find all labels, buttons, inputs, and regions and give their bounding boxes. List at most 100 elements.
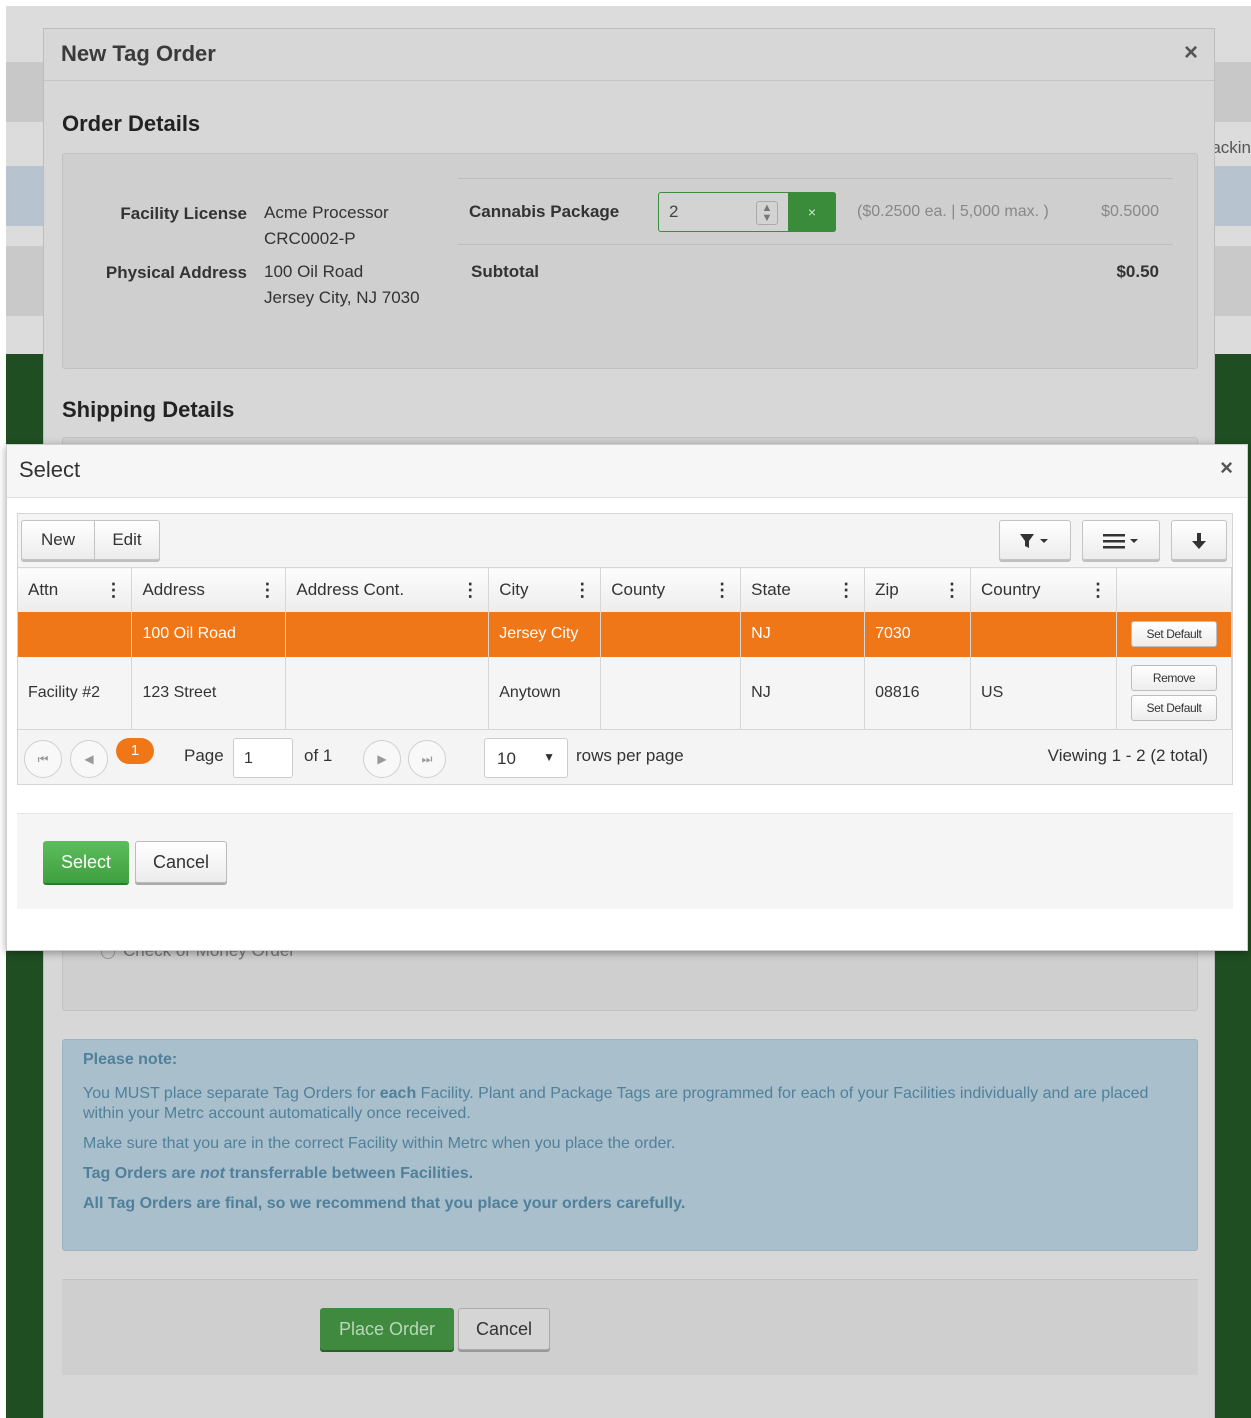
select-address-modal: Select × New Edit Attn ⋮ Address ⋮ Addre… xyxy=(6,444,1248,951)
column-header-address[interactable]: Address ⋮ xyxy=(131,567,287,612)
select-modal-footer: Select Cancel xyxy=(17,813,1233,909)
close-icon[interactable]: × xyxy=(1220,455,1233,481)
new-button[interactable]: New xyxy=(21,520,95,560)
cancel-button[interactable]: Cancel xyxy=(135,841,227,883)
cell-address: 100 Oil Road xyxy=(131,611,287,657)
menu-icon xyxy=(1103,533,1138,549)
filter-button[interactable] xyxy=(999,520,1071,560)
note-line-2: Make sure that you are in the correct Fa… xyxy=(83,1135,676,1152)
address-grid: New Edit Attn ⋮ Address ⋮ Address Cont. … xyxy=(17,513,1233,785)
divider xyxy=(458,178,1173,179)
page-number-input[interactable]: 1 xyxy=(233,738,293,778)
modal-title: New Tag Order xyxy=(61,41,216,66)
subtotal-value: $0.50 xyxy=(1116,262,1159,281)
rows-per-page-select[interactable]: 10 ▼ xyxy=(484,738,568,778)
column-header-attn[interactable]: Attn ⋮ xyxy=(18,567,133,612)
download-button[interactable] xyxy=(1171,520,1227,560)
facility-license-name: Acme Processor xyxy=(264,203,389,222)
cell-state: NJ xyxy=(740,611,866,657)
clear-quantity-button[interactable]: × xyxy=(788,192,836,232)
cell-zip: 7030 xyxy=(864,611,972,657)
rows-per-page-value: 10 xyxy=(497,749,516,768)
column-label: City xyxy=(499,579,529,599)
cell-city: Anytown xyxy=(488,656,602,730)
note-text: transferrable between Facilities. xyxy=(224,1165,474,1182)
column-menu-icon[interactable]: ⋮ xyxy=(104,580,122,601)
cell-country xyxy=(970,611,1117,657)
note-text: Tag Orders are xyxy=(83,1165,201,1182)
cell-county xyxy=(600,656,742,730)
cell-actions: Set Default xyxy=(1116,611,1233,657)
column-label: Address Cont. xyxy=(296,579,405,599)
prev-page-icon[interactable]: ◀ xyxy=(70,740,108,778)
column-header-city[interactable]: City ⋮ xyxy=(488,567,602,612)
column-menu-icon[interactable]: ⋮ xyxy=(461,580,479,601)
physical-address-street: 100 Oil Road xyxy=(264,262,364,281)
grid-pager: ⏮ ◀ 1 Page 1 of 1 ▶ ⏭ 10 ▼ rows per page… xyxy=(18,730,1232,784)
quantity-stepper[interactable]: 2 ▲ ▼ × xyxy=(658,192,836,232)
table-row[interactable]: Facility #2 123 Street Anytown NJ 08816 … xyxy=(18,656,1233,730)
column-header-zip[interactable]: Zip ⋮ xyxy=(864,567,972,612)
column-label: Attn xyxy=(28,579,59,599)
physical-address-city: Jersey City, NJ 7030 xyxy=(264,288,420,307)
column-label: Zip xyxy=(875,579,899,599)
column-menu-icon[interactable]: ⋮ xyxy=(1089,580,1107,601)
modal-header: New Tag Order × xyxy=(44,29,1214,81)
column-label: County xyxy=(611,579,666,599)
note-heading: Please note: xyxy=(83,1051,178,1068)
modal-header: Select × xyxy=(7,445,1247,498)
note-text: You MUST place separate Tag Orders for xyxy=(83,1085,380,1102)
subtotal-label: Subtotal xyxy=(471,262,539,281)
viewing-count: Viewing 1 - 2 (2 total) xyxy=(1047,746,1208,765)
page-label: Page xyxy=(184,746,224,765)
place-order-button[interactable]: Place Order xyxy=(320,1308,454,1350)
line-total: $0.5000 xyxy=(1101,203,1159,220)
page-count-label: of 1 xyxy=(304,746,333,765)
column-header-address-cont[interactable]: Address Cont. ⋮ xyxy=(285,567,490,612)
column-menu-icon[interactable]: ⋮ xyxy=(943,580,961,601)
last-page-icon[interactable]: ⏭ xyxy=(408,740,446,778)
cancel-order-button[interactable]: Cancel xyxy=(458,1308,550,1350)
column-header-county[interactable]: County ⋮ xyxy=(600,567,742,612)
set-default-button[interactable]: Set Default xyxy=(1130,621,1217,647)
address-table: Attn ⋮ Address ⋮ Address Cont. ⋮ City ⋮ Coun… xyxy=(18,567,1233,730)
facility-license-label: Facility License xyxy=(120,204,247,223)
price-hint: ($0.2500 ea. | 5,000 max. ) xyxy=(857,203,1049,220)
cell-address: 123 Street xyxy=(131,656,287,730)
close-icon[interactable]: × xyxy=(1184,39,1198,67)
grid-toolbar: New Edit xyxy=(18,514,1232,568)
spinner-icon[interactable]: ▲ ▼ xyxy=(756,201,778,225)
column-menu-icon[interactable]: ⋮ xyxy=(713,580,731,601)
note-line-1: You MUST place separate Tag Orders for e… xyxy=(83,1084,1177,1124)
table-row-selected[interactable]: 100 Oil Road Jersey City NJ 7030 Set Def… xyxy=(18,611,1233,657)
column-menu-icon[interactable]: ⋮ xyxy=(573,580,591,601)
edit-button[interactable]: Edit xyxy=(94,520,160,560)
columns-menu-button[interactable] xyxy=(1082,520,1160,560)
shipping-details-heading: Shipping Details xyxy=(62,397,235,422)
facility-license-number: CRC0002-P xyxy=(264,229,356,248)
cell-attn xyxy=(18,611,133,657)
cannabis-package-label: Cannabis Package xyxy=(469,202,620,221)
column-menu-icon[interactable]: ⋮ xyxy=(258,580,276,601)
select-button[interactable]: Select xyxy=(43,841,129,883)
current-page-badge[interactable]: 1 xyxy=(116,738,154,764)
chevron-down-icon: ▼ xyxy=(543,750,555,764)
order-footer: Place Order Cancel xyxy=(62,1279,1198,1375)
modal-title: Select xyxy=(19,457,81,482)
set-default-button[interactable]: Set Default xyxy=(1130,694,1217,721)
cell-zip: 08816 xyxy=(864,656,972,730)
cell-country: US xyxy=(970,656,1117,730)
cell-city: Jersey City xyxy=(488,611,602,657)
cell-county xyxy=(600,611,742,657)
remove-button[interactable]: Remove xyxy=(1130,664,1217,691)
cell-attn: Facility #2 xyxy=(18,656,133,730)
first-page-icon[interactable]: ⏮ xyxy=(24,740,62,778)
next-page-icon[interactable]: ▶ xyxy=(363,740,401,778)
cell-actions: Remove Set Default xyxy=(1116,656,1233,730)
column-label: State xyxy=(751,579,791,599)
filter-icon xyxy=(1020,533,1048,548)
column-header-state[interactable]: State ⋮ xyxy=(740,567,866,612)
divider xyxy=(458,244,1173,245)
column-header-country[interactable]: Country ⋮ xyxy=(970,567,1117,612)
column-menu-icon[interactable]: ⋮ xyxy=(837,580,855,601)
